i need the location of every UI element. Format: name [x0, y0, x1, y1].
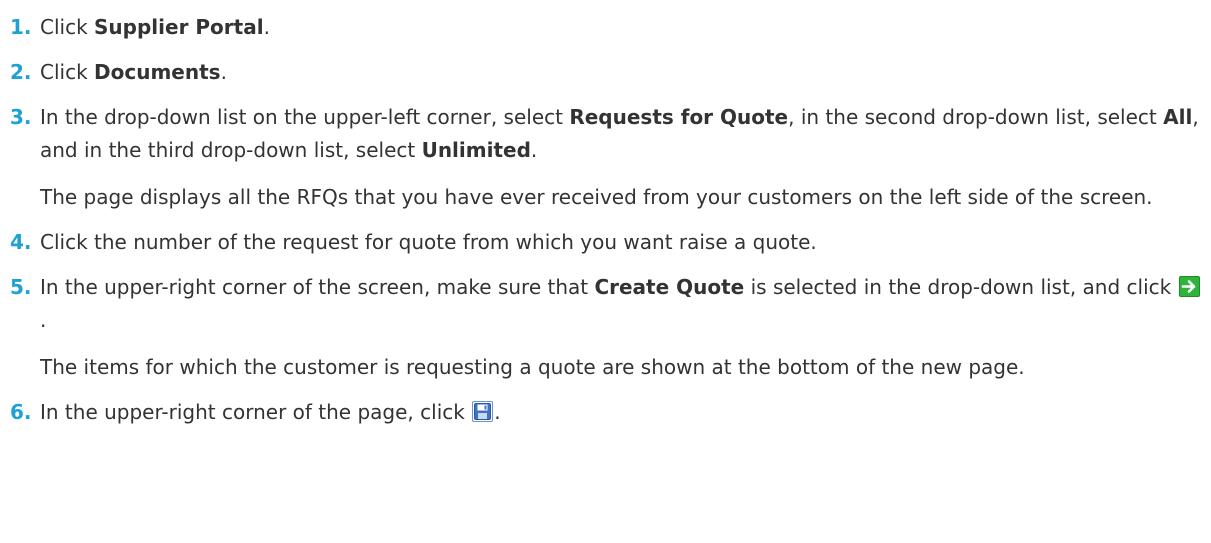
instruction-text: .: [263, 15, 270, 39]
save-disk-icon: [472, 401, 494, 422]
step-6: 6. In the upper-right corner of the page,…: [0, 396, 1211, 429]
instruction-steps: 1. Click Supplier Portal. 2. Click Document…: [0, 0, 1211, 429]
step-instruction: In the drop-down list on the upper-left …: [40, 101, 1201, 167]
step-1: 1. Click Supplier Portal.: [0, 11, 1211, 44]
ui-element-name: Documents: [94, 60, 221, 84]
step-number: 2.: [10, 60, 32, 84]
instruction-text: In the drop-down list on the upper-left …: [40, 105, 570, 129]
step-body: In the drop-down list on the upper-left …: [40, 101, 1211, 214]
instruction-text: is selected in the drop-down list, and c…: [744, 275, 1178, 299]
step-result-note: The page displays all the RFQs that you …: [40, 185, 1153, 209]
step-4: 4. Click the number of the request for qu…: [0, 226, 1211, 259]
step-result-note: The items for which the customer is requ…: [40, 355, 1025, 379]
step-number: 4.: [10, 230, 32, 254]
step-body: Click Documents.: [40, 56, 1211, 89]
step-body: In the upper-right corner of the page, c…: [40, 396, 1211, 429]
step-body: In the upper-right corner of the screen,…: [40, 271, 1211, 384]
instruction-text: In the upper-right corner of the screen,…: [40, 275, 595, 299]
ui-element-name: Supplier Portal: [94, 15, 264, 39]
instruction-text: In the upper-right corner of the page, c…: [40, 400, 472, 424]
ui-element-name: Requests for Quote: [569, 105, 789, 129]
go-arrow-icon: [1178, 276, 1200, 297]
ui-element-name: Create Quote: [594, 275, 745, 299]
step-5: 5. In the upper-right corner of the scree…: [0, 271, 1211, 384]
instruction-text: .: [220, 60, 227, 84]
instruction-text: .: [40, 308, 47, 332]
step-number: 6.: [10, 400, 32, 424]
ui-element-name: All: [1163, 105, 1193, 129]
step-3: 3. In the drop-down list on the upper-lef…: [0, 101, 1211, 214]
step-number: 3.: [10, 105, 32, 129]
instruction-text: Click: [40, 60, 95, 84]
step-instruction: Click Documents.: [40, 56, 1201, 89]
instruction-text: .: [494, 400, 501, 424]
instruction-text: Click the number of the request for quot…: [40, 230, 817, 254]
step-number: 5.: [10, 275, 32, 299]
ui-element-name: Unlimited: [421, 138, 531, 162]
step-instruction: Click Supplier Portal.: [40, 11, 1201, 44]
instruction-text: Click: [40, 15, 95, 39]
step-number: 1.: [10, 15, 32, 39]
instruction-text: , in the second drop-down list, select: [788, 105, 1164, 129]
step-instruction: Click the number of the request for quot…: [40, 226, 1201, 259]
step-body: Click the number of the request for quot…: [40, 226, 1211, 259]
step-instruction: In the upper-right corner of the page, c…: [40, 396, 1201, 429]
instruction-text: .: [530, 138, 538, 162]
step-body: Click Supplier Portal.: [40, 11, 1211, 44]
step-2: 2. Click Documents.: [0, 56, 1211, 89]
step-instruction: In the upper-right corner of the screen,…: [40, 271, 1201, 337]
